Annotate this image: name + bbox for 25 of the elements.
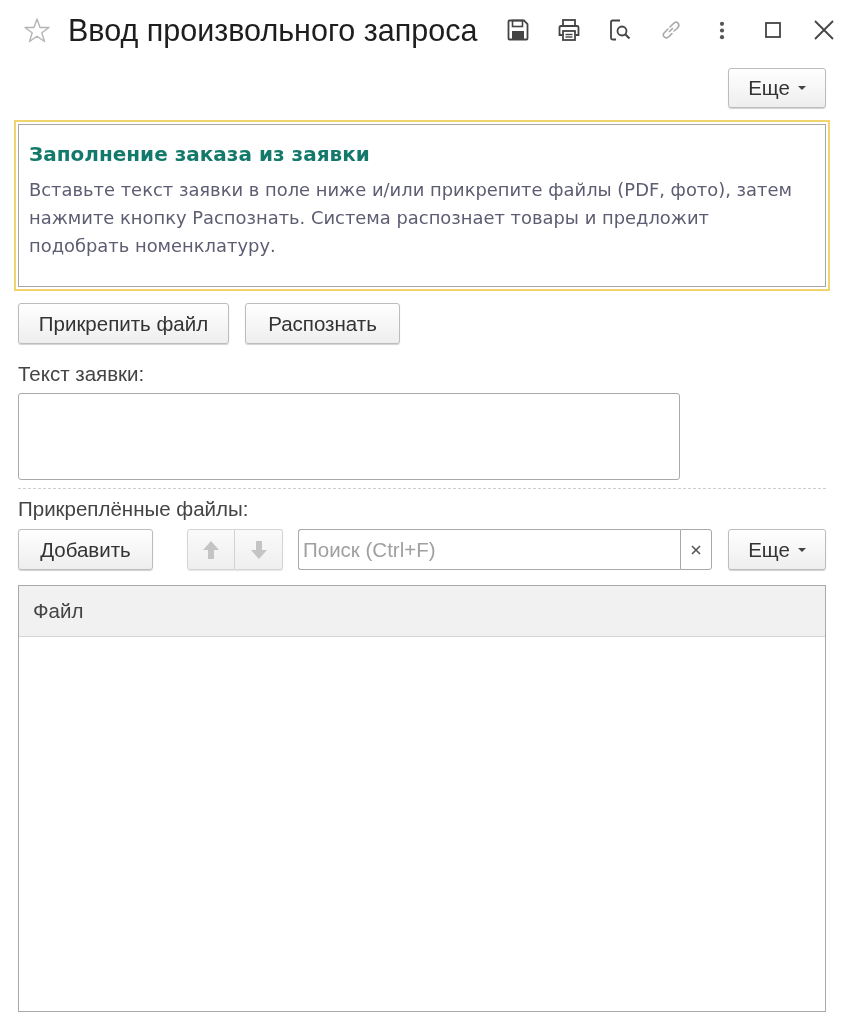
up-arrow-icon [203,540,219,559]
close-icon[interactable] [812,18,836,42]
more-icon[interactable] [719,20,725,40]
action-button[interactable]: Распознать [245,303,400,344]
maximize-icon[interactable] [765,22,781,38]
caret-icon [797,86,806,90]
caret-icon [797,547,806,552]
save-icon[interactable] [506,18,530,42]
preview-icon[interactable] [608,18,632,42]
column-header[interactable]: Файл [33,599,84,623]
search-field[interactable]: Поиск (Ctrl+F) [298,529,680,570]
down-arrow-icon [250,540,267,559]
clear-button[interactable] [680,529,712,570]
window-title: Ввод произвольного запроса [68,12,478,48]
print-icon[interactable] [557,18,581,42]
field-label: Текст заявки: [18,362,146,386]
star-icon[interactable] [24,17,50,43]
add-button[interactable]: Добавить [18,529,153,570]
info-text: Вставьте текст заявки в поле ниже и/или прикрепите файлы (PDF, фото), затем нажмите кнопку Распознать. Система распознает товары и предложит подобрать номенклатуру. [29,178,793,258]
section-label: Прикреплённые файлы: [18,497,250,521]
more-button[interactable]: Еще [728,529,826,570]
info-heading: Заполнение заказа из заявки [29,141,371,168]
more-button[interactable]: Еще [728,68,826,108]
action-button[interactable]: Прикрепить файл [18,303,229,344]
close-icon [691,544,701,555]
